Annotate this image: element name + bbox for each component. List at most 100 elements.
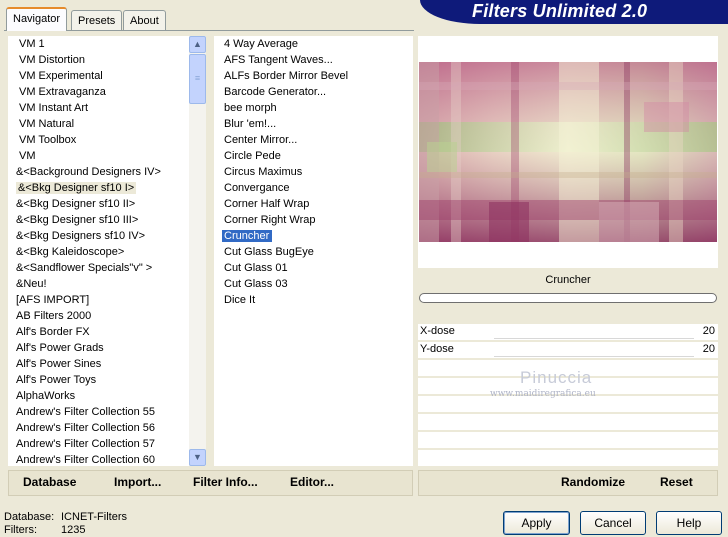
param-x-dose[interactable]: X-dose 20 <box>418 324 718 340</box>
category-scrollbar[interactable]: ▲ ≡ ▼ <box>189 36 206 466</box>
scroll-down-arrow-icon[interactable]: ▼ <box>189 449 206 466</box>
category-list[interactable]: VM 1 VM Distortion VM Experimental VM Extra… <box>8 36 206 466</box>
category-item-label: Alf's Power Grads <box>16 342 104 354</box>
category-item[interactable]: &<Bkg Designer sf10 I> <box>8 180 137 196</box>
tab-presets[interactable]: Presets <box>71 10 123 30</box>
tab-about[interactable]: About <box>123 10 166 30</box>
category-item[interactable]: Alf's Power Grads <box>8 340 104 356</box>
tab-navigator[interactable]: Navigator <box>6 7 68 31</box>
empty-param-slot <box>418 414 718 430</box>
editor-button[interactable]: Editor... <box>290 475 334 489</box>
category-item-label: &<Bkg Designers sf10 IV> <box>16 230 146 242</box>
help-button[interactable]: Help <box>656 511 722 535</box>
category-item[interactable]: Andrew's Filter Collection 57 <box>8 436 155 452</box>
category-item[interactable]: &<Bkg Designer sf10 II> <box>8 196 135 212</box>
param-y-dose[interactable]: Y-dose 20 <box>418 342 718 358</box>
category-item[interactable]: Alf's Border FX <box>8 324 90 340</box>
filter-item[interactable]: AFS Tangent Waves... <box>214 52 333 68</box>
filter-item-label: Circle Pede <box>224 150 281 162</box>
category-item[interactable]: &<Bkg Designer sf10 III> <box>8 212 138 228</box>
category-item-label: VM Distortion <box>19 54 86 66</box>
filter-item[interactable]: Dice It <box>214 292 255 308</box>
category-item-label: &<Bkg Kaleidoscope> <box>16 246 125 258</box>
param-value: 20 <box>702 343 715 355</box>
category-item[interactable]: VM Instant Art <box>8 100 88 116</box>
category-item[interactable]: VM Natural <box>8 116 74 132</box>
param-slider-track[interactable] <box>494 356 694 357</box>
category-item[interactable]: Andrew's Filter Collection 55 <box>8 404 155 420</box>
filter-item[interactable]: 4 Way Average <box>214 36 298 52</box>
status-database-value: ICNET-Filters <box>61 511 127 523</box>
filter-item[interactable]: Cruncher <box>214 228 273 244</box>
category-item[interactable]: Alf's Power Toys <box>8 372 96 388</box>
category-item[interactable]: Alf's Power Sines <box>8 356 101 372</box>
randomize-button[interactable]: Randomize <box>561 475 625 489</box>
category-item-label: VM Toolbox <box>19 134 77 146</box>
filter-item[interactable]: Barcode Generator... <box>214 84 326 100</box>
watermark-url: www.maidiregrafica.eu <box>490 389 596 399</box>
category-item-label: AB Filters 2000 <box>16 310 92 322</box>
apply-button[interactable]: Apply <box>503 511 570 535</box>
category-item[interactable]: Andrew's Filter Collection 56 <box>8 420 155 436</box>
filter-item-label: Barcode Generator... <box>224 86 327 98</box>
param-label: Y-dose <box>420 343 454 355</box>
scroll-thumb[interactable]: ≡ <box>189 54 206 104</box>
database-button[interactable]: Database <box>23 475 76 489</box>
category-item[interactable]: AlphaWorks <box>8 388 75 404</box>
category-item[interactable]: [AFS IMPORT] <box>8 292 89 308</box>
filter-item[interactable]: Center Mirror... <box>214 132 297 148</box>
category-item-label: Andrew's Filter Collection 55 <box>16 406 156 418</box>
param-label: X-dose <box>420 325 455 337</box>
category-item[interactable]: VM Extravaganza <box>8 84 106 100</box>
filter-item[interactable]: Corner Half Wrap <box>214 196 309 212</box>
filter-item-label: Convergance <box>224 182 290 194</box>
category-item-label: VM Natural <box>19 118 75 130</box>
filter-item-label: Blur 'em!... <box>224 118 277 130</box>
category-item[interactable]: VM 1 <box>8 36 45 52</box>
filter-item-label: Dice It <box>224 294 256 306</box>
scroll-up-arrow-icon[interactable]: ▲ <box>189 36 206 53</box>
filter-info-button[interactable]: Filter Info... <box>193 475 258 489</box>
preview-image <box>419 62 717 242</box>
category-item-label: VM Extravaganza <box>19 86 106 98</box>
filter-item[interactable]: Cut Glass BugEye <box>214 244 314 260</box>
empty-param-slot <box>418 432 718 448</box>
import-button[interactable]: Import... <box>114 475 161 489</box>
category-item-label: &<Sandflower Specials"v" > <box>16 262 153 274</box>
filter-list[interactable]: 4 Way Average AFS Tangent Waves... ALFs Bo… <box>214 36 413 466</box>
cancel-button[interactable]: Cancel <box>580 511 646 535</box>
current-filter-name: Cruncher <box>545 274 591 286</box>
filter-item[interactable]: ALFs Border Mirror Bevel <box>214 68 348 84</box>
category-item[interactable]: Andrew's Filter Collection 60 <box>8 452 155 466</box>
filter-item[interactable]: Blur 'em!... <box>214 116 276 132</box>
category-item-label: [AFS IMPORT] <box>16 294 90 306</box>
param-slider-track[interactable] <box>494 338 694 339</box>
filter-item[interactable]: Cut Glass 01 <box>214 260 288 276</box>
filter-item[interactable]: Convergance <box>214 180 289 196</box>
reset-button[interactable]: Reset <box>660 475 693 489</box>
category-item-label: &Neu! <box>16 278 47 290</box>
status-database: Database: ICNET-Filters <box>4 511 127 523</box>
category-item[interactable]: &<Sandflower Specials"v" > <box>8 260 152 276</box>
category-item[interactable]: &<Bkg Designers sf10 IV> <box>8 228 145 244</box>
category-item[interactable]: &<Bkg Kaleidoscope> <box>8 244 124 260</box>
category-item[interactable]: AB Filters 2000 <box>8 308 91 324</box>
watermark-name: Pinuccia <box>520 368 593 387</box>
category-item-label: Alf's Border FX <box>16 326 90 338</box>
filter-item[interactable]: Circle Pede <box>214 148 281 164</box>
category-item[interactable]: &Neu! <box>8 276 47 292</box>
category-item[interactable]: VM Toolbox <box>8 132 76 148</box>
filter-item[interactable]: bee morph <box>214 100 277 116</box>
category-item[interactable]: &<Background Designers IV> <box>8 164 161 180</box>
status-filters-value: 1235 <box>61 524 86 536</box>
filter-item[interactable]: Corner Right Wrap <box>214 212 316 228</box>
app-title: Filters Unlimited 2.0 <box>472 1 648 21</box>
category-item-label: Alf's Power Sines <box>16 358 102 370</box>
category-item[interactable]: VM Distortion <box>8 52 85 68</box>
category-item[interactable]: VM <box>8 148 36 164</box>
filter-item[interactable]: Circus Maximus <box>214 164 302 180</box>
category-item[interactable]: VM Experimental <box>8 68 103 84</box>
filter-item-label: ALFs Border Mirror Bevel <box>224 70 349 82</box>
param-value: 20 <box>702 325 715 337</box>
filter-item[interactable]: Cut Glass 03 <box>214 276 288 292</box>
